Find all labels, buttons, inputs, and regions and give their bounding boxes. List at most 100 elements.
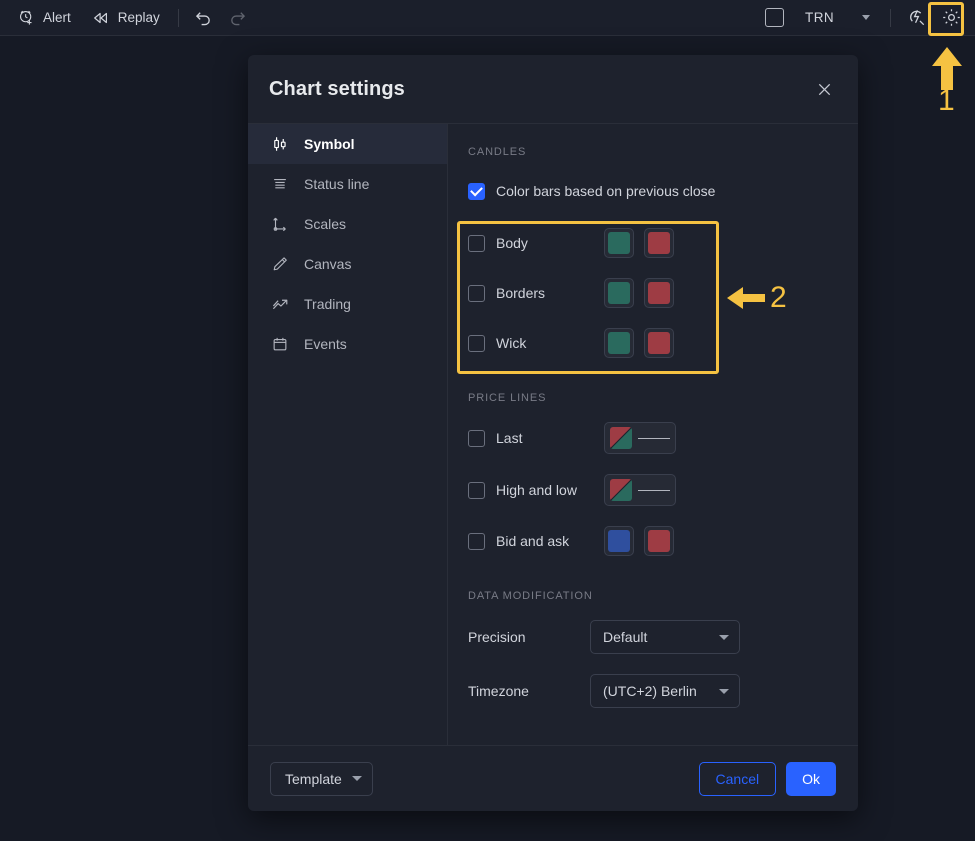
body-checkbox[interactable] [468, 234, 485, 252]
redo-button[interactable] [223, 4, 253, 32]
borders-color-swatches [604, 278, 674, 308]
bid-ask-label: Bid and ask [496, 533, 570, 549]
session-dropdown-button[interactable] [850, 4, 880, 32]
section-title-candles: CANDLES [468, 146, 527, 158]
precision-row: Precision Default [468, 620, 834, 654]
undo-arrow-icon [196, 12, 211, 26]
bid-color-chip [608, 530, 630, 552]
body-down-color-swatch[interactable] [644, 228, 674, 258]
chart-settings-dialog: Chart settings Symbol Status line Scales… [248, 55, 858, 811]
footer-actions: Cancel Ok [698, 761, 836, 796]
wick-down-color-chip [648, 332, 670, 354]
high-low-label: High and low [496, 482, 577, 498]
candles-row-wick: Wick [468, 328, 834, 358]
sidebar-item-status-line[interactable]: Status line [248, 164, 447, 204]
replay-button[interactable]: Replay [83, 4, 168, 32]
sidebar-item-symbol[interactable]: Symbol [248, 124, 447, 164]
wick-up-color-chip [608, 332, 630, 354]
borders-label: Borders [496, 285, 546, 301]
close-icon [818, 83, 830, 95]
precision-label: Precision [468, 629, 526, 645]
sidebar-item-label: Scales [304, 216, 347, 232]
ask-color-swatch[interactable] [644, 526, 674, 556]
body-up-color-swatch[interactable] [604, 228, 634, 258]
timezone-select[interactable]: (UTC+2) Berlin [590, 674, 740, 708]
last-line-style-picker[interactable] [604, 422, 676, 454]
wick-checkbox[interactable] [468, 334, 485, 352]
toolbar-divider-2 [890, 8, 891, 27]
ok-button[interactable]: Ok [786, 761, 836, 796]
candles-row-borders: Borders [468, 278, 834, 308]
chart-settings-gear-button[interactable] [935, 3, 967, 33]
high-low-line-style-picker[interactable] [604, 474, 676, 506]
quick-search-button[interactable] [901, 4, 931, 32]
last-color-chip [610, 427, 632, 449]
color-bars-label: Color bars based on previous close [496, 183, 716, 199]
trading-icon [270, 294, 290, 314]
borders-down-color-swatch[interactable] [644, 278, 674, 308]
chevron-down-icon [862, 15, 870, 20]
body-down-color-chip [648, 232, 670, 254]
price-line-row-high-low: High and low [468, 474, 834, 506]
replay-label: Replay [117, 10, 160, 25]
alert-button[interactable]: Alert [8, 4, 79, 32]
chevron-down-icon [719, 634, 729, 640]
up-arrow-icon [932, 47, 962, 90]
dialog-title: Chart settings [269, 77, 405, 100]
precision-select[interactable]: Default [590, 620, 740, 654]
annotation-arrow-1 [930, 46, 964, 97]
sidebar-item-canvas[interactable]: Canvas [248, 244, 447, 284]
dialog-sidebar: Symbol Status line Scales Canvas Trading… [248, 124, 448, 745]
sidebar-item-label: Status line [304, 176, 370, 192]
sidebar-item-trading[interactable]: Trading [248, 284, 447, 324]
alarm-clock-plus-icon [16, 8, 36, 28]
borders-checkbox[interactable] [468, 284, 485, 302]
bid-color-swatch[interactable] [604, 526, 634, 556]
high-low-color-chip [610, 479, 632, 501]
ask-color-chip [648, 530, 670, 552]
sidebar-item-label: Trading [304, 296, 351, 312]
borders-down-color-chip [648, 282, 670, 304]
cancel-button[interactable]: Cancel [698, 761, 777, 796]
template-button[interactable]: Template [270, 761, 373, 796]
dialog-close-button[interactable] [810, 75, 838, 103]
dialog-footer: Template Cancel Ok [248, 745, 858, 811]
session-selector[interactable]: TRN [793, 4, 846, 32]
timezone-value: (UTC+2) Berlin [603, 683, 697, 699]
candlestick-icon [270, 134, 290, 154]
timezone-row: Timezone (UTC+2) Berlin [468, 674, 834, 708]
undo-button[interactable] [189, 4, 219, 32]
price-line-row-last: Last [468, 422, 834, 454]
sidebar-item-label: Canvas [304, 256, 352, 272]
top-toolbar: Alert Replay TRN [0, 0, 975, 36]
bid-ask-checkbox[interactable] [468, 532, 485, 550]
last-label: Last [496, 430, 523, 446]
sidebar-item-scales[interactable]: Scales [248, 204, 447, 244]
high-low-checkbox[interactable] [468, 481, 485, 499]
annotation-label-1: 1 [938, 84, 955, 117]
toolbar-left-group: Alert Replay [8, 4, 253, 32]
high-low-line-preview [638, 489, 670, 491]
candles-colors-group: Body Borders Wick [468, 228, 834, 358]
toolbar-divider-1 [177, 8, 179, 27]
borders-up-color-swatch[interactable] [604, 278, 634, 308]
last-checkbox[interactable] [468, 429, 485, 447]
dialog-content-symbol: CANDLES Color bars based on previous clo… [448, 124, 858, 745]
single-layout-icon [764, 8, 784, 27]
chevron-down-icon [719, 688, 729, 694]
sidebar-item-label: Symbol [304, 136, 355, 152]
sidebar-item-events[interactable]: Events [248, 324, 447, 364]
wick-down-color-swatch[interactable] [644, 328, 674, 358]
precision-value: Default [603, 629, 648, 645]
section-title-data-modification: DATA MODIFICATION [468, 590, 593, 602]
body-up-color-chip [608, 232, 630, 254]
fast-search-icon [909, 10, 924, 26]
calendar-icon [270, 334, 290, 354]
redo-arrow-icon [231, 12, 246, 26]
color-bars-checkbox[interactable] [468, 182, 485, 200]
sidebar-item-label: Events [304, 336, 347, 352]
body-label: Body [496, 235, 528, 251]
layout-button[interactable] [759, 4, 789, 32]
wick-up-color-swatch[interactable] [604, 328, 634, 358]
candles-row-body: Body [468, 228, 834, 258]
